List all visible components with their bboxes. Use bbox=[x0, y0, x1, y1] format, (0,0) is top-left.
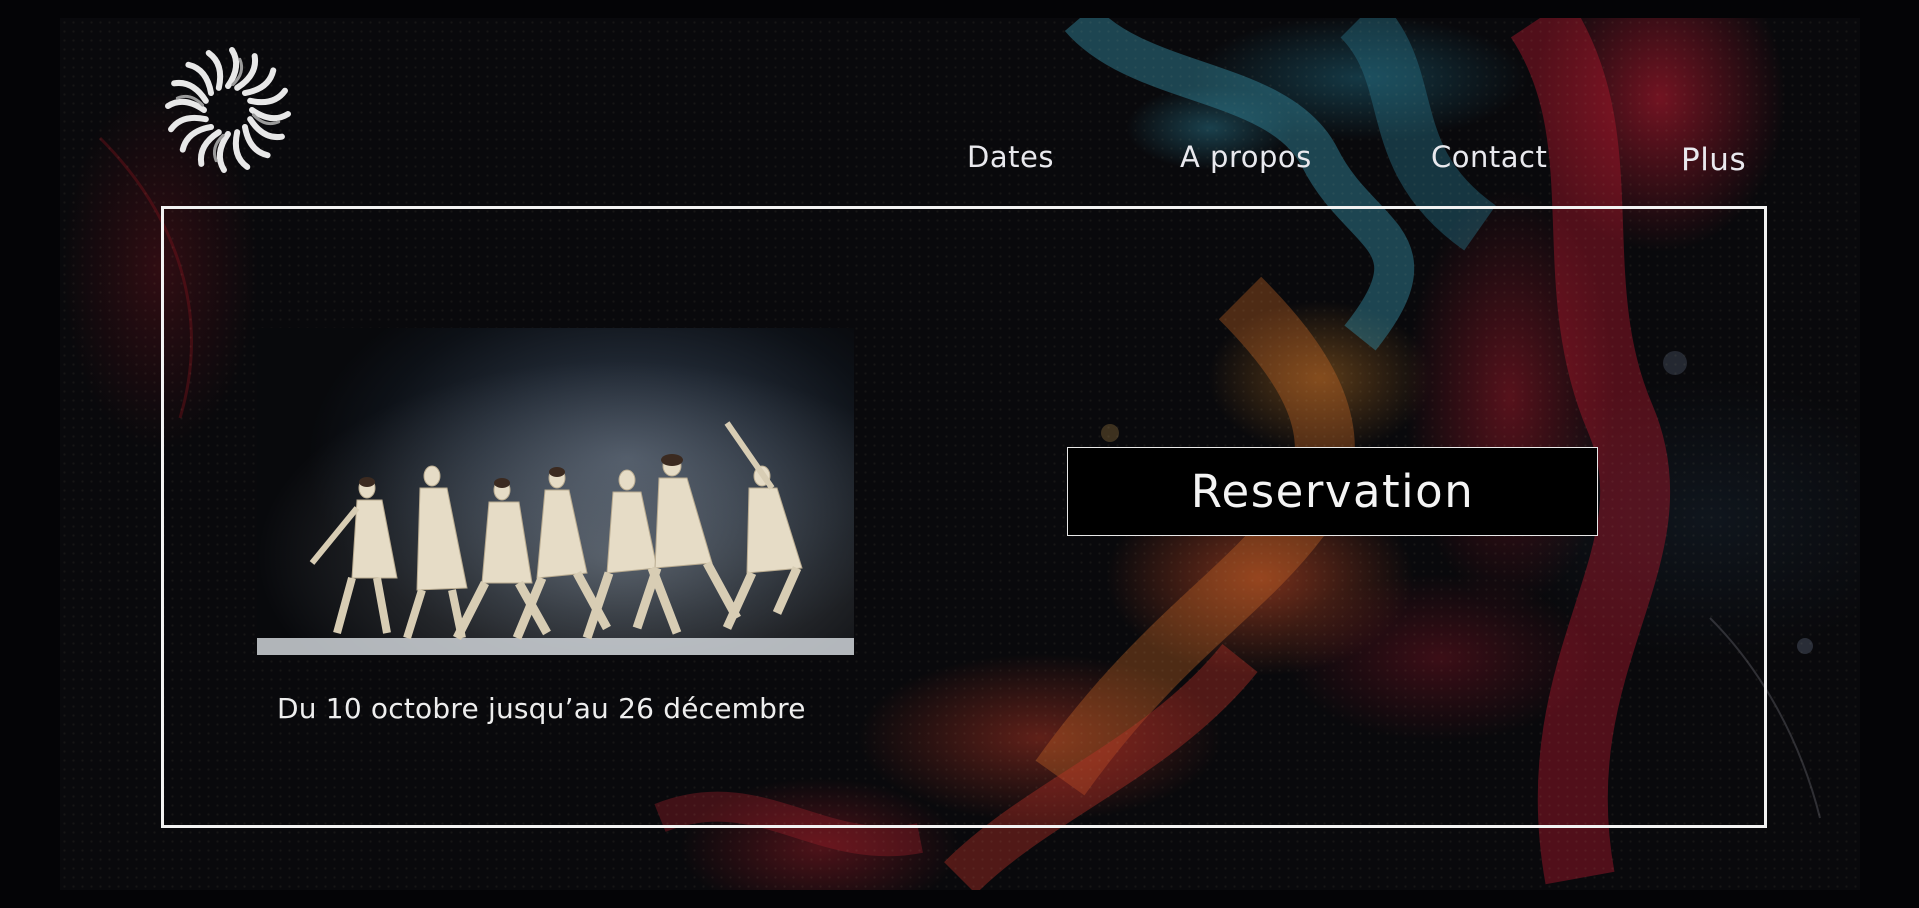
nav-link-a-propos[interactable]: A propos bbox=[1180, 140, 1312, 180]
dance-performance-photo bbox=[257, 328, 854, 655]
nav-link-contact[interactable]: Contact bbox=[1431, 140, 1547, 180]
reservation-button[interactable]: Reservation bbox=[1067, 447, 1598, 536]
nav-link-plus[interactable]: Plus bbox=[1681, 142, 1746, 182]
event-date-range: Du 10 octobre jusqu’au 26 décembre bbox=[277, 692, 806, 725]
swirl-logo-icon[interactable] bbox=[162, 44, 294, 176]
nav-link-dates[interactable]: Dates bbox=[967, 140, 1054, 180]
page: Dates A propos Contact Plus Du 10 octobr… bbox=[0, 0, 1919, 908]
